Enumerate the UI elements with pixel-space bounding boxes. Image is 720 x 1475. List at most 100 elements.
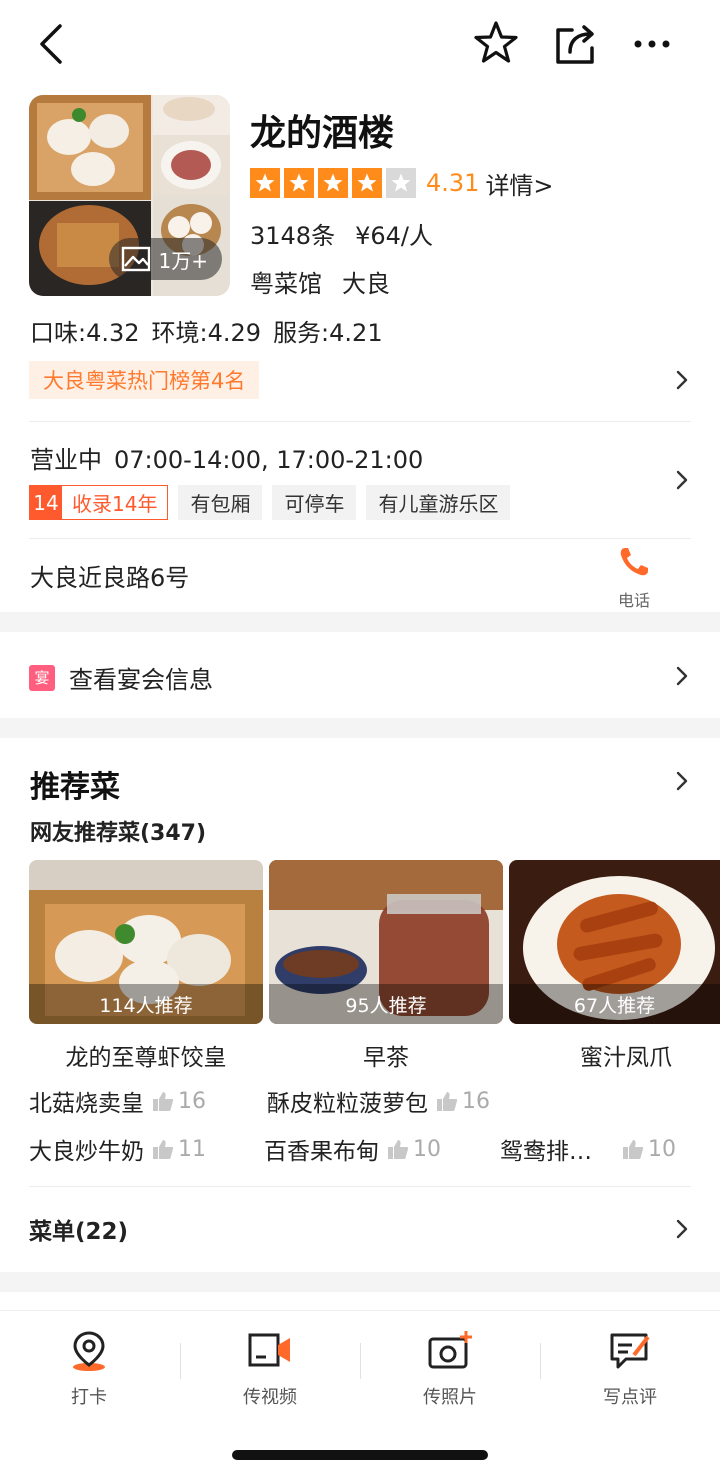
like-count: 16 (152, 1089, 206, 1114)
area-label: 大良 (342, 270, 390, 298)
camera-plus-icon (428, 1331, 472, 1369)
tag-private-room: 有包厢 (178, 485, 263, 520)
popular-dish-item[interactable]: 大良炒牛奶 11 (29, 1132, 206, 1166)
environment-score: 环境:4.29 (151, 319, 262, 347)
restaurant-photo[interactable]: 1万+ (29, 95, 230, 296)
review-count[interactable]: 3148条 (250, 222, 335, 250)
popular-dish-name: 北菇烧卖皇 (29, 1091, 144, 1117)
checkin-label: 打卡 (71, 1387, 107, 1408)
popular-dish-name: 酥皮粒粒菠萝包 (267, 1091, 428, 1117)
chevron-right-icon[interactable] (671, 665, 693, 687)
rank-badge[interactable]: 大良粤菜热门榜第4名 (29, 361, 260, 399)
banquet-label: 查看宴会信息 (69, 666, 213, 694)
menu-link[interactable]: 菜单(22) (29, 1212, 128, 1246)
category-label: 粤菜馆 (250, 270, 322, 298)
star-filled-icon (284, 168, 314, 198)
feature-tags: 14 收录14年 有包厢 可停车 有儿童游乐区 (29, 485, 511, 520)
phone-icon (620, 548, 648, 576)
separator (360, 1343, 361, 1379)
home-indicator[interactable] (232, 1450, 488, 1460)
popular-dish-item[interactable]: 鸳鸯排… 10 (500, 1132, 676, 1166)
popular-dish-name: 鸳鸯排… (500, 1139, 592, 1165)
upload-video-label: 传视频 (243, 1387, 297, 1408)
recommend-subtitle: 网友推荐菜(347) (30, 821, 207, 846)
like-number: 16 (178, 1088, 206, 1114)
tag-parking: 可停车 (272, 485, 357, 520)
price-per-person: ¥64/人 (355, 222, 433, 250)
like-number: 10 (648, 1136, 676, 1162)
like-count: 10 (387, 1137, 441, 1162)
chevron-right-icon[interactable] (671, 369, 693, 391)
popular-dish-name: 大良炒牛奶 (29, 1139, 144, 1165)
image-icon (121, 246, 150, 272)
taste-score: 口味:4.32 (30, 319, 140, 347)
chevron-right-icon[interactable] (671, 469, 693, 491)
dish-name[interactable]: 早茶 (269, 1038, 503, 1072)
top-navigation-bar (0, 0, 720, 90)
rating-row[interactable]: 4.31 详情> (250, 166, 554, 200)
popular-dish-name: 百香果布甸 (264, 1139, 379, 1165)
address[interactable]: 大良近良路6号 (30, 558, 189, 593)
dish-card[interactable]: 67人推荐 (509, 860, 720, 1024)
chevron-right-icon[interactable] (671, 1218, 693, 1240)
banquet-info-row[interactable]: 宴 查看宴会信息 (29, 660, 213, 695)
back-arrow-icon[interactable] (30, 20, 78, 68)
thumbs-up-icon (437, 1092, 458, 1111)
years-label: 收录14年 (72, 492, 158, 516)
recommend-title: 推荐菜 (30, 770, 120, 805)
upload-photo-label: 传照片 (423, 1387, 477, 1408)
restaurant-name: 龙的酒楼 (250, 113, 395, 154)
divider (29, 538, 691, 539)
like-count: 10 (622, 1137, 676, 1162)
thumbs-up-icon (153, 1092, 174, 1111)
section-gap (0, 612, 720, 632)
separator (540, 1343, 541, 1379)
service-score: 服务:4.21 (273, 319, 383, 347)
popular-dish-item[interactable]: 百香果布甸 10 (264, 1132, 441, 1166)
thumbs-up-icon (623, 1140, 644, 1159)
write-review-icon (610, 1333, 650, 1369)
review-price-row: 3148条 ¥64/人 (250, 216, 433, 251)
upload-photo-button[interactable]: 传照片 (390, 1329, 510, 1409)
dish-card[interactable]: 95人推荐 (269, 860, 503, 1024)
dish-card[interactable]: 114人推荐 (29, 860, 263, 1024)
thumbs-up-icon (153, 1140, 174, 1159)
years-number: 14 (30, 486, 62, 519)
location-pin-icon (73, 1331, 105, 1371)
rating-stars (250, 168, 416, 198)
dish-recommend-count: 114人推荐 (29, 984, 263, 1024)
upload-video-button[interactable]: 传视频 (210, 1329, 330, 1409)
chevron-right-icon[interactable] (671, 770, 693, 792)
hours-text: 07:00-14:00, 17:00-21:00 (114, 446, 424, 474)
more-dots-icon[interactable] (626, 18, 678, 70)
video-upload-icon (248, 1333, 290, 1367)
separator (180, 1343, 181, 1379)
dish-name[interactable]: 蜜汁凤爪 (509, 1038, 720, 1072)
photo-count-badge[interactable]: 1万+ (108, 238, 222, 280)
write-review-label: 写点评 (603, 1387, 657, 1408)
checkin-button[interactable]: 打卡 (29, 1329, 149, 1409)
like-count: 11 (152, 1137, 206, 1162)
popular-dish-item[interactable]: 酥皮粒粒菠萝包 16 (267, 1084, 490, 1118)
rating-detail-link[interactable]: 详情> (485, 166, 553, 201)
business-hours[interactable]: 营业中 07:00-14:00, 17:00-21:00 (30, 440, 423, 475)
photo-count-text: 1万+ (158, 248, 208, 273)
like-count: 16 (436, 1089, 490, 1114)
star-filled-icon (352, 168, 382, 198)
tag-kids-play-area: 有儿童游乐区 (366, 485, 511, 520)
divider (29, 421, 691, 422)
years-listed-tag: 14 收录14年 (29, 485, 169, 520)
phone-button[interactable]: 电话 (604, 545, 664, 611)
phone-label: 电话 (617, 591, 650, 610)
thumbs-up-icon (388, 1140, 409, 1159)
like-number: 16 (462, 1088, 490, 1114)
star-outline-icon[interactable] (470, 18, 522, 70)
popular-dish-item[interactable]: 北菇烧卖皇 16 (29, 1084, 206, 1118)
write-review-button[interactable]: 写点评 (570, 1329, 690, 1409)
dish-name[interactable]: 龙的至尊虾饺皇 (29, 1038, 263, 1072)
share-icon[interactable] (548, 18, 600, 70)
divider (29, 1186, 691, 1187)
like-number: 10 (413, 1136, 441, 1162)
sub-scores-row: 口味:4.32 环境:4.29 服务:4.21 (30, 313, 383, 348)
star-empty-icon (386, 168, 416, 198)
